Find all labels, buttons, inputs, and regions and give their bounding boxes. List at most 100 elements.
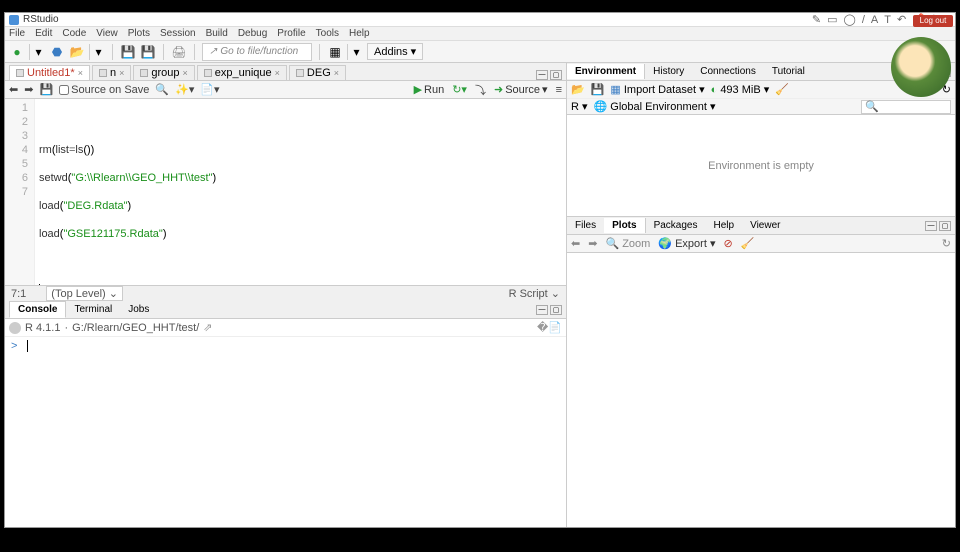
close-icon[interactable]: × [275,68,280,78]
go-to-section-icon[interactable]: ⤵ [475,82,486,98]
source-button[interactable]: ➜Source▾ [494,83,548,96]
menu-debug[interactable]: Debug [238,28,267,39]
wand-icon[interactable]: ✨▾ [175,83,194,96]
menu-tools[interactable]: Tools [316,28,339,39]
save-icon[interactable]: 💾 [120,44,136,60]
minimize-pane-icon[interactable]: — [925,221,937,231]
save-all-icon[interactable]: 💾 [140,44,156,60]
tab-untitled1[interactable]: Untitled1* × [9,65,90,80]
grid-icon[interactable]: ▦ [327,44,343,60]
tab-connections[interactable]: Connections [692,64,764,79]
environment-search[interactable]: 🔍 [861,100,951,114]
close-icon[interactable]: × [78,68,83,78]
tab-deg[interactable]: DEG × [289,65,346,80]
outline-icon[interactable]: ≡ [556,84,562,96]
new-file-icon[interactable]: ● [9,44,25,60]
undo-icon[interactable]: ↶ [897,13,906,26]
clear-workspace-icon[interactable]: 🧹 [775,83,789,96]
goto-placeholder: Go to file/function [220,46,298,57]
save-workspace-icon[interactable]: 💾 [591,83,605,96]
code-editor[interactable]: 1 2 3 4 5 6 7 rm(list=ls()) setwd("G:\\R… [5,99,566,285]
pencil-icon[interactable]: ✎ [812,13,821,26]
new-project-icon[interactable]: ⬣ [49,44,65,60]
minimize-pane-icon[interactable]: — [536,70,548,80]
maximize-pane-icon[interactable]: ▢ [550,70,562,80]
tab-help[interactable]: Help [706,218,743,233]
report-icon[interactable]: 📄▾ [200,83,219,96]
back-icon[interactable]: ⬅ [9,83,18,96]
open-dropdown[interactable]: ▾ [89,44,105,60]
tab-n[interactable]: n × [92,65,131,80]
tab-terminal[interactable]: Terminal [66,302,120,317]
tab-console[interactable]: Console [9,301,66,318]
tab-jobs[interactable]: Jobs [120,302,157,317]
login-badge[interactable]: Log out [913,15,953,27]
grid-dropdown[interactable]: ▾ [347,44,363,60]
tab-viewer[interactable]: Viewer [742,218,788,233]
console-tabstrip: Console Terminal Jobs — ▢ [5,301,566,319]
refresh-icon[interactable]: ↻ [942,237,951,250]
print-icon[interactable]: 🖨 [171,44,187,60]
tab-group[interactable]: group × [133,65,194,80]
save-icon[interactable]: 💾 [39,83,53,96]
remove-plot-icon[interactable]: ⊘ [723,237,732,250]
tab-packages[interactable]: Packages [646,218,706,233]
language-selector[interactable]: R ▾ [571,100,588,113]
language-selector[interactable]: R Script ⌄ [509,287,560,300]
memory-usage[interactable]: ◐ 493 MiB ▾ [711,83,770,96]
close-icon[interactable]: × [334,68,339,78]
text-icon[interactable]: T [884,14,891,26]
clear-plots-icon[interactable]: 🧹 [741,237,755,250]
menu-view[interactable]: View [96,28,118,39]
open-file-icon[interactable]: 📂 [69,44,85,60]
rerun-icon[interactable]: ↻▾ [452,83,467,96]
rect-icon[interactable]: ▭ [827,13,837,26]
run-button[interactable]: ▶Run [414,83,445,96]
load-workspace-icon[interactable]: 📂 [571,83,585,96]
separator [112,44,113,60]
menu-profile[interactable]: Profile [277,28,305,39]
menu-file[interactable]: File [9,28,25,39]
wd-popout-icon[interactable]: ⇗ [203,321,212,334]
line-icon[interactable]: / [862,14,865,26]
window-title: RStudio [23,14,59,25]
code-area[interactable]: rm(list=ls()) setwd("G:\\Rlearn\\GEO_HHT… [35,99,220,285]
prev-plot-icon[interactable]: ⬅ [571,237,580,250]
goto-file-function[interactable]: ↗ Go to file/function [202,43,312,61]
tab-files[interactable]: Files [567,218,604,233]
clear-console-icon[interactable]: �📄 [537,321,562,334]
forward-icon[interactable]: ➡ [24,83,33,96]
export-button[interactable]: 🌍 Export ▾ [658,237,715,250]
environment-empty-text: Environment is empty [708,160,814,172]
tab-history[interactable]: History [645,64,692,79]
maximize-pane-icon[interactable]: ▢ [939,221,951,231]
next-plot-icon[interactable]: ➡ [588,237,597,250]
menu-code[interactable]: Code [62,28,86,39]
file-icon [99,69,107,77]
tab-exp-unique[interactable]: exp_unique × [197,65,287,80]
menu-edit[interactable]: Edit [35,28,52,39]
scope-selector[interactable]: 🌐 Global Environment ▾ [594,100,716,113]
close-icon[interactable]: × [183,68,188,78]
import-dataset-button[interactable]: ▦ Import Dataset ▾ [610,83,704,96]
maximize-pane-icon[interactable]: ▢ [550,305,562,315]
menu-session[interactable]: Session [160,28,196,39]
tab-plots[interactable]: Plots [604,218,645,233]
menu-build[interactable]: Build [206,28,228,39]
circle-icon[interactable]: ◯ [844,13,856,26]
environment-body: Environment is empty [567,115,955,216]
find-icon[interactable]: 🔍 [155,83,169,96]
tab-tutorial[interactable]: Tutorial [764,64,813,79]
tab-environment[interactable]: Environment [567,64,645,79]
menu-help[interactable]: Help [349,28,370,39]
menu-plots[interactable]: Plots [128,28,150,39]
new-file-dropdown[interactable]: ▾ [29,44,45,60]
console-body[interactable]: > [5,337,566,527]
scope-selector[interactable]: (Top Level) ⌄ [46,286,123,301]
addins-button[interactable]: Addins▾ [367,43,423,60]
source-on-save-checkbox[interactable]: Source on Save [59,84,149,96]
minimize-pane-icon[interactable]: — [536,305,548,315]
zoom-button[interactable]: 🔍 Zoom [605,237,650,250]
close-icon[interactable]: × [119,68,124,78]
arrow-icon[interactable]: A [871,14,878,26]
